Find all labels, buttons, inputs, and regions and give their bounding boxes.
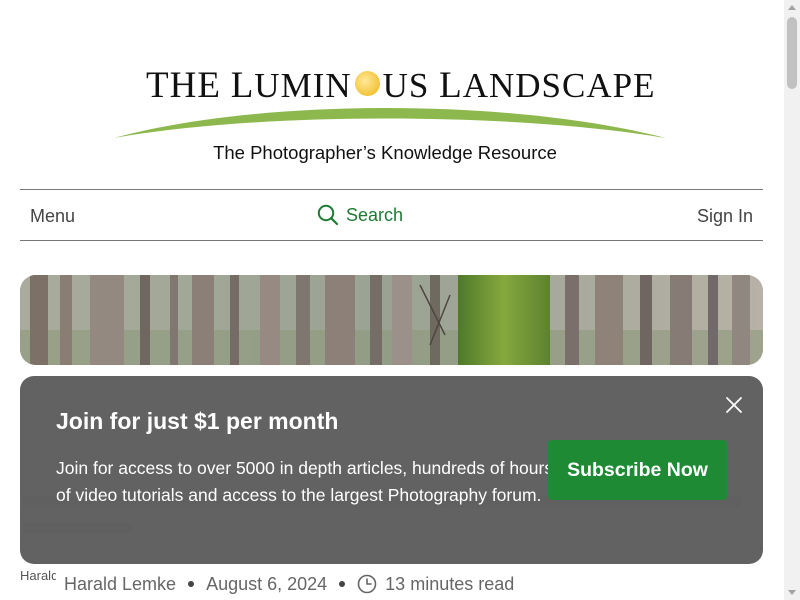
author-avatar[interactable]: Harald [20, 568, 56, 600]
logo-landscape-initial: L [439, 65, 463, 106]
logo-lumin-initial: L [230, 65, 255, 106]
logo-tagline: The Photographer’s Knowledge Resource [213, 142, 557, 163]
hero-image [20, 275, 763, 365]
search-icon [317, 204, 339, 226]
logo-swoosh [114, 108, 666, 138]
subscription-popup: Join for just $1 per month Join for acce… [20, 376, 763, 564]
scroll-down-arrow-icon[interactable] [788, 590, 796, 595]
logo-word-the: THE [146, 65, 221, 106]
search-button[interactable]: Search [317, 204, 403, 226]
read-time: 13 minutes read [385, 573, 515, 594]
search-label: Search [346, 204, 404, 225]
scrollbar-thumb[interactable] [787, 17, 797, 89]
meta-separator [339, 581, 346, 587]
meta-separator [188, 581, 195, 587]
forest-image [20, 275, 763, 365]
scroll-up-arrow-icon[interactable] [788, 5, 796, 10]
logo-landscape-rest: ANDSCAPE [462, 66, 656, 105]
close-icon[interactable] [725, 396, 743, 414]
sign-in-link[interactable]: Sign In [697, 206, 753, 227]
logo-title: THE LUMIN US LANDSCAPE [146, 64, 655, 107]
popup-title: Join for just $1 per month [56, 408, 339, 434]
main-navbar: Menu Search Sign In [20, 189, 763, 241]
author-name[interactable]: Harald Lemke [64, 574, 176, 595]
page: THE LUMIN US LANDSCAPE The Photographer’s… [0, 0, 784, 600]
popup-body: Join for access to over 5000 in depth ar… [56, 458, 554, 505]
subscribe-now-button[interactable]: Subscribe Now [548, 440, 727, 500]
site-logo[interactable]: THE LUMIN US LANDSCAPE The Photographer’s… [110, 58, 674, 170]
sun-icon [354, 71, 380, 96]
logo-lumin-rest: UMIN [254, 66, 352, 105]
menu-button[interactable]: Menu [30, 206, 75, 227]
article-meta: Harald Harald Lemke August 6, 2024 13 mi… [20, 568, 760, 600]
publish-date: August 6, 2024 [206, 573, 328, 594]
logo-us: US [382, 66, 430, 105]
clock-icon [357, 574, 377, 594]
page-scrollbar[interactable] [784, 0, 800, 600]
